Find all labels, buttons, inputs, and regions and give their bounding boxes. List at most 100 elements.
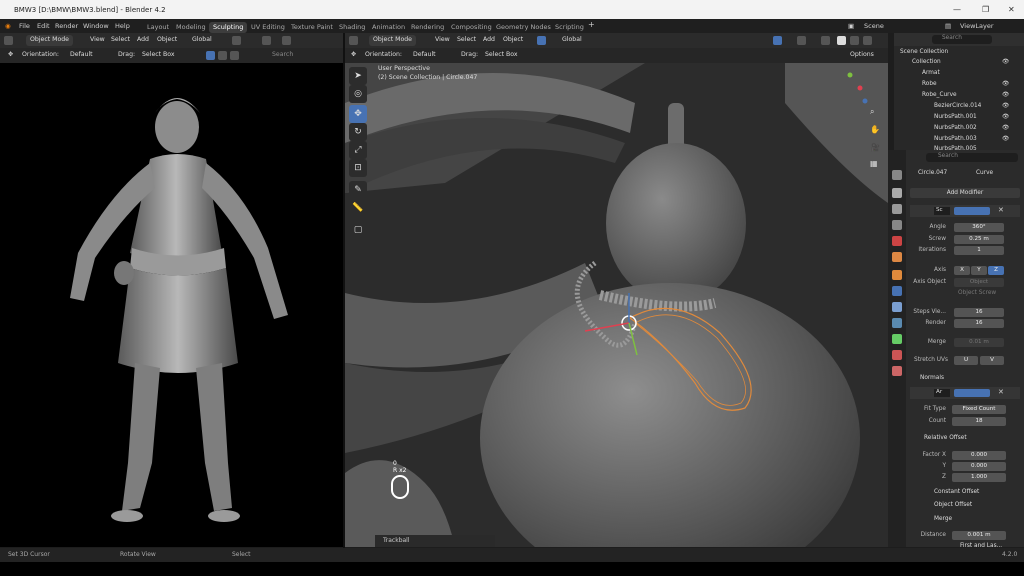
screw-iterations-field[interactable]: 1 <box>954 246 1004 255</box>
right-drag-value[interactable]: Select Box <box>485 51 518 58</box>
left-search-field[interactable]: Search <box>272 51 293 58</box>
visibility-eye-icon[interactable]: 👁 <box>1002 81 1009 87</box>
select-mode-icon[interactable] <box>206 51 215 60</box>
render-tab-icon[interactable] <box>892 188 902 198</box>
screw-modifier-name[interactable]: Sc <box>934 207 950 215</box>
left-menu-object[interactable]: Object <box>157 36 177 43</box>
proportional-icon[interactable] <box>282 36 291 45</box>
maximize-icon[interactable]: ❐ <box>982 5 989 14</box>
left-menu-select[interactable]: Select <box>111 36 130 43</box>
tab-sculpting[interactable]: Sculpting <box>209 22 248 33</box>
cursor-tool-icon[interactable]: ◎ <box>349 85 367 103</box>
outliner-item[interactable]: NurbsPath.001 <box>934 114 977 120</box>
modifier-toggles[interactable] <box>954 389 990 397</box>
visibility-eye-icon[interactable]: 👁 <box>1002 125 1009 131</box>
particles-tab-icon[interactable] <box>892 302 902 312</box>
modifier-toggles[interactable] <box>954 207 990 215</box>
factor-z-field[interactable]: 1.000 <box>952 473 1006 482</box>
zoom-icon[interactable]: ⌕ <box>870 107 874 117</box>
distance-field[interactable]: 0.001 m <box>952 531 1006 540</box>
view-layer-tab-icon[interactable] <box>892 220 902 230</box>
pivot-icon[interactable] <box>232 36 241 45</box>
count-field[interactable]: 18 <box>952 417 1006 426</box>
right-3d-viewport[interactable]: User Perspective (2) Scene Collection | … <box>345 63 888 547</box>
axis-x-button[interactable]: X <box>954 266 970 275</box>
object-offset-subpanel[interactable]: Object Offset <box>934 502 972 508</box>
visibility-eye-icon[interactable]: 👁 <box>1002 136 1009 142</box>
outliner-item[interactable]: NurbsPath.003 <box>934 136 977 142</box>
output-tab-icon[interactable] <box>892 204 902 214</box>
tab-texture-paint[interactable]: Texture Paint <box>287 22 337 33</box>
outliner-item[interactable]: Armat <box>922 70 940 76</box>
options-menu[interactable]: Options <box>850 51 874 58</box>
outliner-search[interactable]: Search <box>932 35 992 44</box>
right-menu-view[interactable]: View <box>435 36 450 43</box>
right-menu-add[interactable]: Add <box>483 36 495 43</box>
visibility-eye-icon[interactable]: 👁 <box>1002 59 1009 65</box>
select-mode-icon[interactable] <box>537 36 546 45</box>
minimize-icon[interactable]: — <box>953 5 961 14</box>
tab-scripting[interactable]: Scripting <box>551 22 588 33</box>
transform-gizmo-icon[interactable]: ✥ <box>8 51 13 58</box>
left-transform-orientation[interactable]: Global <box>192 36 212 43</box>
right-menu-object[interactable]: Object <box>503 36 523 43</box>
right-orientation-value[interactable]: Default <box>413 51 436 58</box>
blender-logo-icon[interactable]: ◉ <box>5 22 11 30</box>
scene-name[interactable]: Scene <box>864 22 884 30</box>
gizmo-toggle-icon[interactable] <box>773 36 782 45</box>
material-tab-icon[interactable] <box>892 350 902 360</box>
add-cube-tool-icon[interactable]: ▢ <box>349 221 367 239</box>
object-tab-icon[interactable] <box>892 270 902 280</box>
rotate-tool-icon[interactable]: ↻ <box>349 123 367 141</box>
tab-animation[interactable]: Animation <box>368 22 409 33</box>
screw-angle-field[interactable]: 360° <box>954 223 1004 232</box>
modifier-tab-icon[interactable] <box>892 286 902 296</box>
tab-geometry-nodes[interactable]: Geometry Nodes <box>492 22 555 33</box>
menu-help[interactable]: Help <box>115 22 130 30</box>
left-mode-dropdown[interactable]: Object Mode <box>26 35 73 46</box>
menu-render[interactable]: Render <box>55 22 78 30</box>
left-orientation-value[interactable]: Default <box>70 51 93 58</box>
axis-y-button[interactable]: Y <box>971 266 987 275</box>
texture-tab-icon[interactable] <box>892 366 902 376</box>
left-drag-value[interactable]: Select Box <box>142 51 175 58</box>
screw-merge-field[interactable]: 0.01 m <box>954 338 1004 347</box>
left-menu-view[interactable]: View <box>90 36 105 43</box>
outliner-item[interactable]: Collection <box>912 59 941 65</box>
screw-screw-field[interactable]: 0.25 m <box>954 235 1004 244</box>
array-modifier-name[interactable]: Ar <box>934 389 950 397</box>
stretch-u-button[interactable]: U <box>954 356 978 365</box>
tool-tab-icon[interactable] <box>892 170 902 180</box>
tab-rendering[interactable]: Rendering <box>407 22 448 33</box>
camera-icon[interactable]: 🎥 <box>870 143 880 152</box>
last-operator-panel[interactable]: Trackball <box>375 535 495 547</box>
render-steps-field[interactable]: 16 <box>954 319 1004 328</box>
tab-uv-editing[interactable]: UV Editing <box>247 22 289 33</box>
visibility-eye-icon[interactable]: 👁 <box>1002 103 1009 109</box>
steps-viewport-field[interactable]: 16 <box>954 308 1004 317</box>
shading-material-icon[interactable] <box>850 36 859 45</box>
merge-subpanel[interactable]: Merge <box>934 516 952 522</box>
outliner-item[interactable]: BezierCircle.014 <box>934 103 981 109</box>
move-tool-icon[interactable]: ✥ <box>349 105 367 123</box>
properties-search[interactable]: Search <box>926 153 1018 162</box>
right-menu-select[interactable]: Select <box>457 36 476 43</box>
outliner-item[interactable]: Robe <box>922 81 937 87</box>
left-3d-viewport[interactable] <box>0 63 343 547</box>
physics-tab-icon[interactable] <box>892 318 902 328</box>
data-tab-icon[interactable] <box>892 334 902 344</box>
annotate-tool-icon[interactable]: ✎ <box>349 181 367 199</box>
menu-window[interactable]: Window <box>83 22 109 30</box>
xray-icon[interactable] <box>821 36 830 45</box>
tab-layout[interactable]: Layout <box>143 22 173 33</box>
axis-object-field[interactable]: Object <box>954 278 1004 287</box>
overlay-icon[interactable] <box>797 36 806 45</box>
constant-offset-subpanel[interactable]: Constant Offset <box>934 489 979 495</box>
viewlayer-name[interactable]: ViewLayer <box>960 22 994 30</box>
editor-type-icon[interactable] <box>349 36 358 45</box>
pan-hand-icon[interactable]: ✋ <box>870 125 880 134</box>
select-subtract-icon[interactable] <box>230 51 239 60</box>
world-tab-icon[interactable] <box>892 252 902 262</box>
object-screw-checkbox[interactable]: Object Screw <box>958 290 996 296</box>
visibility-eye-icon[interactable]: 👁 <box>1002 114 1009 120</box>
